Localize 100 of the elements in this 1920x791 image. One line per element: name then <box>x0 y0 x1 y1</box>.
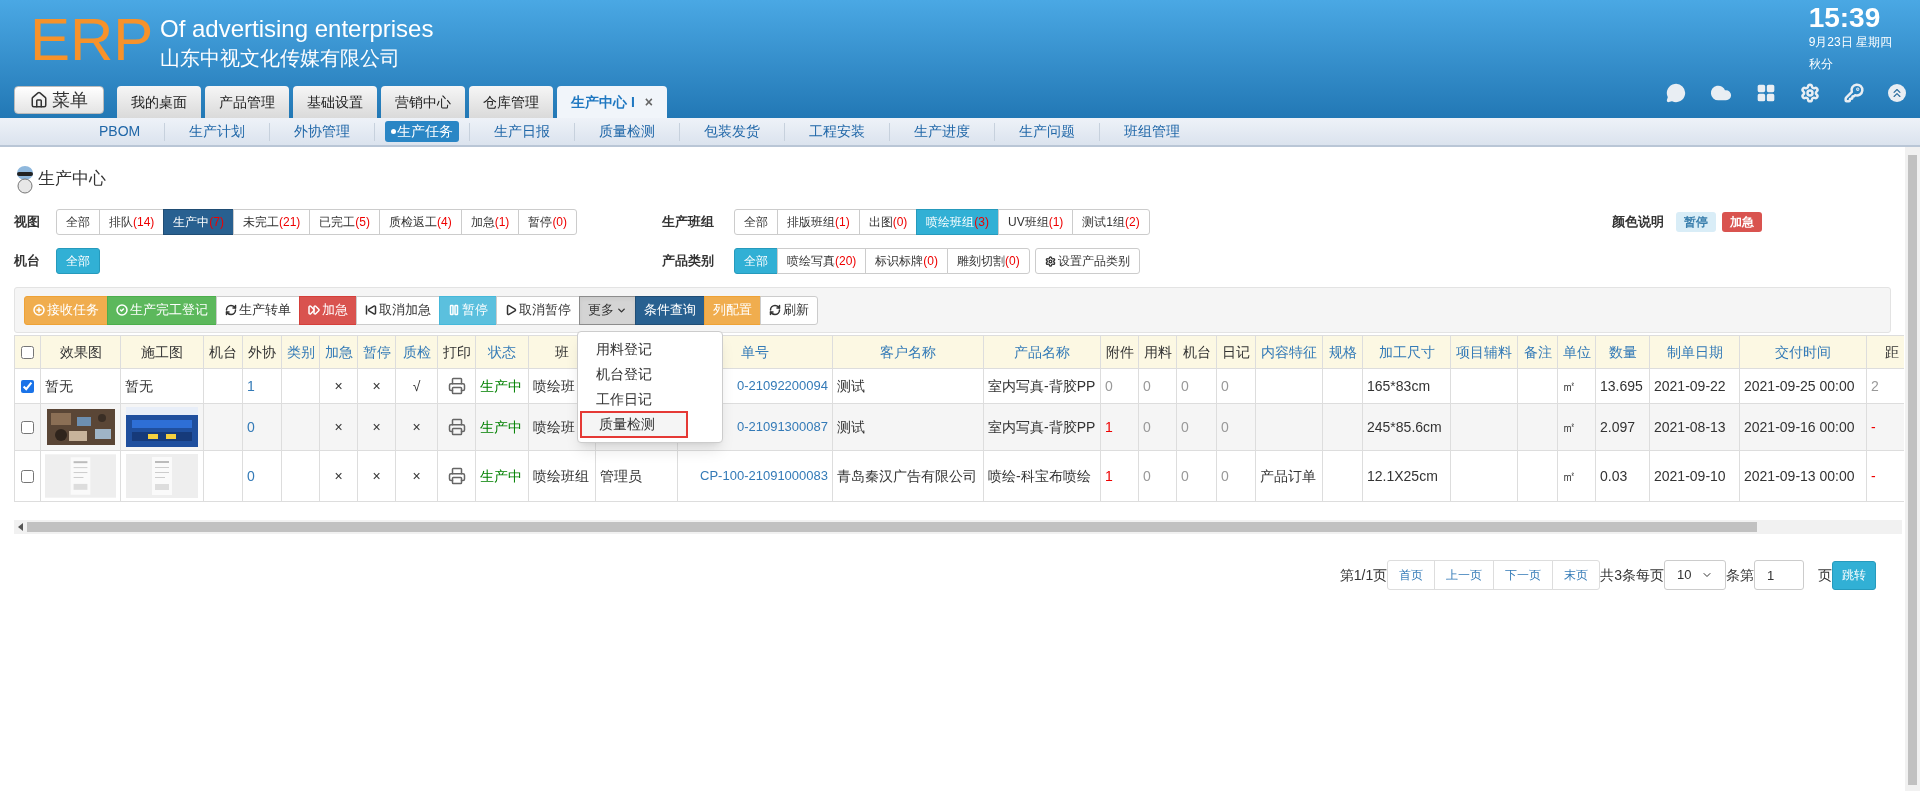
filter-button[interactable]: 质检返工(4) <box>379 209 462 235</box>
subnav-item[interactable]: 生产问题 <box>1005 121 1090 142</box>
filter-button[interactable]: UV班组(1) <box>998 209 1074 235</box>
filter-button[interactable]: 喷绘写真(20) <box>777 248 867 274</box>
printer-icon[interactable] <box>447 467 466 485</box>
table-cell-text: 喷绘班组 <box>533 466 589 486</box>
table-cell[interactable]: 0 <box>247 416 255 438</box>
table-cell-text: 测试 <box>837 417 865 437</box>
table-cell-text: × <box>412 417 421 437</box>
nav-tab[interactable]: 基础设置 <box>293 86 377 118</box>
row-checkbox[interactable] <box>21 379 34 393</box>
key-icon[interactable] <box>1844 83 1864 103</box>
subnav-item[interactable]: 生产进度 <box>900 121 985 142</box>
menu-item[interactable]: 质量检测 <box>581 412 687 437</box>
vertical-scrollbar[interactable] <box>1905 147 1920 791</box>
table-cell-text: 0 <box>1181 376 1189 396</box>
goto-label: 条第 <box>1726 565 1754 585</box>
pager-button[interactable]: 末页 <box>1552 560 1601 590</box>
page-size-select[interactable]: 10 <box>1664 560 1726 590</box>
table-cell[interactable]: 1 <box>247 375 255 397</box>
table-cell-text: - <box>1871 417 1876 437</box>
subnav-item[interactable]: 工程安装 <box>795 121 880 142</box>
company-name: 山东中视文化传媒有限公司 <box>160 46 401 71</box>
nav-tab[interactable]: 产品管理 <box>205 86 289 118</box>
table-cell-text: 0 <box>1221 376 1229 396</box>
nav-tab[interactable]: 我的桌面 <box>117 86 201 118</box>
filter-button[interactable]: 测试1组(2) <box>1072 209 1150 235</box>
pager-button[interactable]: 首页 <box>1387 560 1436 590</box>
filter-button[interactable]: 全部 <box>56 209 100 235</box>
table-cell-text: 管理员 <box>600 466 642 486</box>
table-cell-text: 1 <box>1105 417 1113 437</box>
chevrons-up-icon[interactable] <box>1888 84 1906 102</box>
clock-time: 15:39 <box>1808 2 1881 34</box>
toolbar-button[interactable]: 条件查询 <box>635 295 705 325</box>
toolbar-button[interactable]: 更多 <box>579 295 636 325</box>
subnav-item[interactable]: 生产计划 <box>175 121 260 142</box>
filter-button[interactable]: 全部 <box>734 209 778 235</box>
menu-item[interactable]: 用料登记 <box>578 337 722 362</box>
home-icon <box>30 91 48 109</box>
filter-label: 机台 <box>14 252 41 271</box>
table-cell-text: ㎡ <box>1562 466 1576 486</box>
toolbar-button[interactable]: 取消暂停 <box>496 295 580 325</box>
table-cell-text: × <box>334 376 343 396</box>
subnav-item[interactable]: 质量检测 <box>585 121 670 142</box>
filter-button[interactable]: 标识标牌(0) <box>865 248 948 274</box>
page-info: 第1/1页 <box>1339 565 1388 585</box>
solar-term: 秋分 <box>1808 56 1833 72</box>
filter-button[interactable]: 排版班组(1) <box>777 209 860 235</box>
column-header[interactable]: 客户名称 <box>880 343 936 360</box>
close-icon[interactable]: × <box>644 91 653 113</box>
select-all-checkbox[interactable] <box>21 345 34 359</box>
page-input[interactable]: 1 <box>1754 560 1804 590</box>
nav-tab[interactable]: 营销中心 <box>381 86 465 118</box>
subnav-item[interactable]: 生产日报 <box>480 121 565 142</box>
printer-icon[interactable] <box>447 377 466 395</box>
column-header: 打印 <box>442 343 471 360</box>
toolbar-button[interactable]: 刷新 <box>760 295 818 325</box>
filter-button[interactable]: 排队(14) <box>99 209 165 235</box>
subnav-item[interactable]: 包装发货 <box>690 121 775 142</box>
filter-button[interactable]: 生产中(7) <box>163 209 234 235</box>
table-cell[interactable]: 0 <box>247 465 255 487</box>
row-checkbox[interactable] <box>21 420 34 434</box>
pager-button[interactable]: 下一页 <box>1493 560 1554 590</box>
legend-badge: 加急 <box>1722 212 1762 232</box>
filter-button[interactable]: 已完工(5) <box>309 209 381 235</box>
settings-button[interactable]: 设置产品类别 <box>1034 248 1140 274</box>
printer-icon[interactable] <box>447 418 466 436</box>
menu-item[interactable]: 机台登记 <box>578 362 722 387</box>
column-header: 机台 <box>1182 343 1211 360</box>
filter-button[interactable]: 未完工(21) <box>233 209 311 235</box>
subnav-item[interactable]: PBOM <box>85 121 155 142</box>
table-cell-text: 室内写真-背胶PP <box>988 376 1096 396</box>
table-cell-text: ㎡ <box>1562 376 1576 396</box>
pager-button[interactable]: 上一页 <box>1434 560 1495 590</box>
table-cell-text: √ <box>412 376 421 396</box>
row-checkbox[interactable] <box>21 469 34 483</box>
toolbar-button[interactable]: 生产转单 <box>216 295 300 325</box>
menu-item[interactable]: 工作日记 <box>578 387 722 412</box>
horizontal-scrollbar[interactable] <box>14 520 1902 534</box>
clock-date: 9月23日 星期四 <box>1808 34 1892 50</box>
table-cell-text: 2 <box>1871 376 1879 396</box>
grid-icon[interactable] <box>1756 83 1776 103</box>
settings-icon[interactable] <box>1800 83 1820 103</box>
nav-tab[interactable]: 生产中心 I × <box>557 86 667 118</box>
table-cell-text: 2021-08-13 <box>1654 417 1726 437</box>
subnav-item[interactable]: 外协管理 <box>280 121 365 142</box>
speech-bubble-icon[interactable] <box>1666 83 1686 103</box>
table-cell-text: 0 <box>1221 417 1229 437</box>
subnav-item[interactable]: 班组管理 <box>1110 121 1195 142</box>
filter-button[interactable]: 出图(0) <box>858 209 918 235</box>
column-header[interactable]: 单号 <box>741 343 769 360</box>
filter-button[interactable]: 雕刻切割(0) <box>947 248 1030 274</box>
menu-button[interactable]: 菜单 <box>14 86 104 114</box>
filter-button[interactable]: 加急(1) <box>460 209 520 235</box>
table-cell-text: 12.1X25cm <box>1367 466 1438 486</box>
nav-tab[interactable]: 仓库管理 <box>469 86 553 118</box>
subnav-item[interactable]: 生产任务 <box>385 121 460 142</box>
toolbar-button[interactable]: 取消加急 <box>356 295 440 325</box>
filter-button[interactable]: 暂停(0) <box>518 209 578 235</box>
toolbar-button[interactable]: 加急 <box>299 295 357 325</box>
